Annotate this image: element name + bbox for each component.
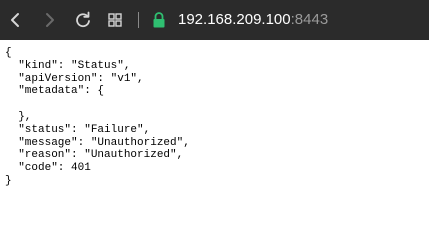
- json-line: "code": 401: [5, 162, 91, 175]
- url-port: :8443: [290, 11, 329, 28]
- reload-button[interactable]: [70, 7, 96, 33]
- back-arrow-icon: [11, 13, 19, 27]
- json-line: "kind": "Status",: [5, 59, 131, 72]
- apps-button[interactable]: [102, 7, 128, 33]
- json-line: "apiVersion": "v1",: [5, 72, 144, 85]
- json-line: "metadata": {: [5, 85, 105, 98]
- json-line: }: [5, 174, 12, 187]
- address-bar[interactable]: 192.168.209.100:8443: [178, 10, 328, 30]
- json-line: "status": "Failure",: [5, 123, 151, 136]
- url-host: 192.168.209.100: [178, 11, 291, 28]
- forward-arrow-icon: [46, 13, 54, 27]
- json-line: },: [5, 110, 32, 123]
- toolbar-divider: [138, 12, 139, 28]
- browser-toolbar: 192.168.209.100:8443: [0, 0, 429, 40]
- json-response: { "kind": "Status", "apiVersion": "v1", …: [5, 47, 190, 188]
- apps-grid-icon: [108, 13, 122, 27]
- reload-icon: [76, 11, 90, 28]
- forward-button[interactable]: [36, 7, 62, 33]
- json-line: "reason": "Unauthorized",: [5, 149, 184, 162]
- back-button[interactable]: [3, 7, 29, 33]
- json-line: "message": "Unauthorized",: [5, 136, 190, 149]
- lock-icon[interactable]: [152, 11, 166, 29]
- json-line: {: [5, 47, 12, 59]
